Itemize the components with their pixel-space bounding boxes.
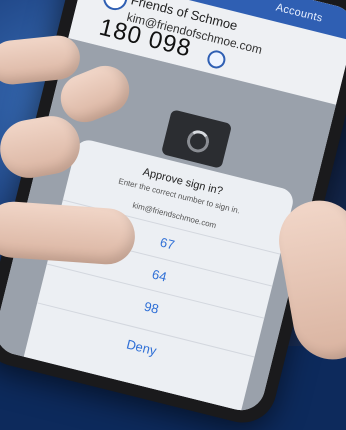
timer-icon xyxy=(205,48,228,71)
spinner-icon xyxy=(184,128,212,155)
accounts-title: Accounts xyxy=(274,1,324,25)
hand-finger xyxy=(0,199,137,267)
account-avatar xyxy=(100,0,130,13)
